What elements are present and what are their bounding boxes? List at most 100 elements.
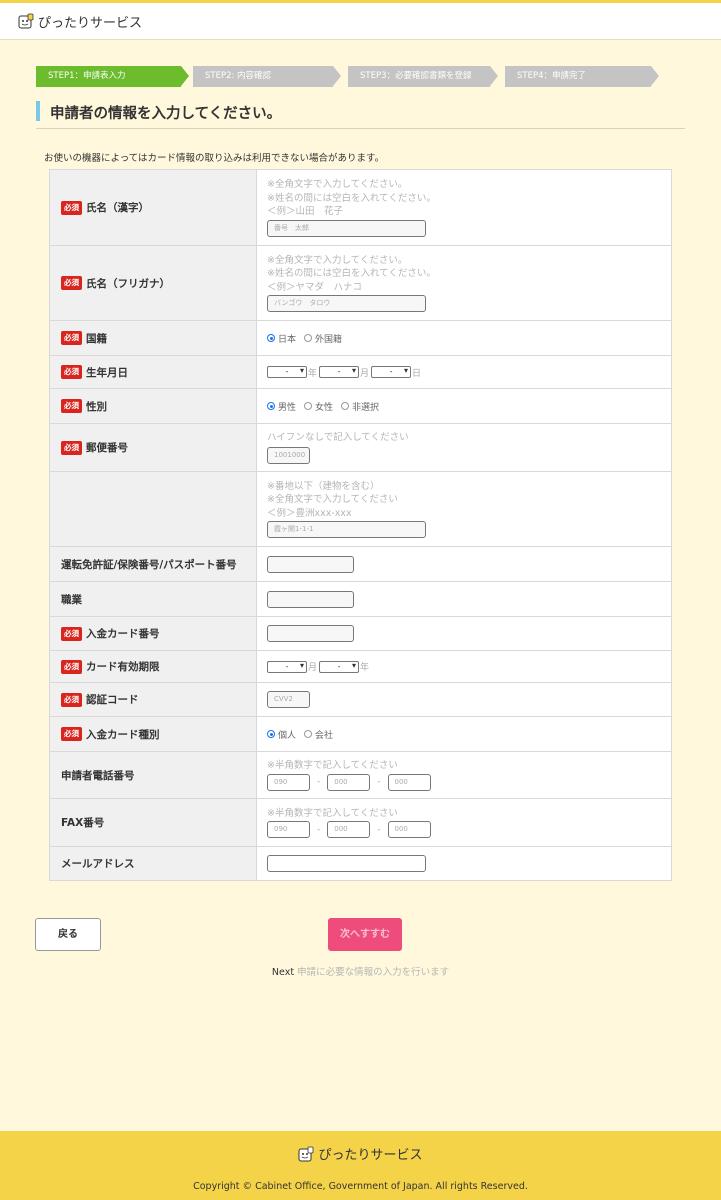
row-occupation: 職業: [50, 581, 671, 616]
separator: -: [377, 824, 381, 835]
fax-input-1[interactable]: 090: [267, 821, 310, 839]
row-postal: 必須 郵便番号 ハイフンなしで記入してください 1001000: [50, 423, 671, 471]
radio-japan[interactable]: 日本: [267, 332, 296, 345]
value-card-type: 個人 会社: [257, 717, 671, 751]
fax-input-3[interactable]: 000: [387, 821, 431, 839]
label-text: メールアドレス: [61, 858, 135, 870]
card-number-input[interactable]: [267, 625, 354, 642]
step-4-label: STEP4：申請完了: [517, 71, 586, 81]
radio-company[interactable]: 会社: [304, 728, 333, 741]
unit-month: 月: [360, 368, 370, 379]
expiry-month-select[interactable]: - ▾: [267, 660, 307, 673]
label-name-kanji: 必須 氏名（漢字）: [50, 170, 257, 245]
next-note: Next 申請に必要な情報の入力を行います: [0, 964, 721, 978]
step-3: STEP3：必要確認書類を登録: [348, 66, 498, 87]
label-birthdate: 必須 生年月日: [50, 356, 257, 388]
hint-text: ※全角文字で入力してください。: [267, 254, 408, 266]
radio-female[interactable]: 女性: [304, 400, 333, 413]
next-note-desc: 申請に必要な情報の入力を行います: [297, 967, 450, 978]
label-text: 職業: [61, 593, 82, 606]
occupation-input[interactable]: [267, 590, 354, 608]
expiry-year-select[interactable]: - ▾: [319, 660, 360, 673]
step-1: STEP1：申請表入力: [36, 66, 189, 87]
value-postal: ハイフンなしで記入してください 1001000: [257, 424, 671, 471]
step-progress: STEP1：申請表入力 STEP2: 内容確認 STEP3：必要確認書類を登録 …: [36, 66, 660, 87]
birth-year-select[interactable]: - ▾: [267, 366, 307, 378]
label-text: 入金カード種別: [86, 728, 160, 741]
row-card-type: 必須 入金カード種別 個人 会社: [50, 716, 671, 751]
step-3-label: STEP3：必要確認書類を登録: [360, 71, 472, 81]
hint-text: ＜例＞豊洲xxx-xxx: [267, 507, 352, 519]
footer-brand[interactable]: ぴったりサービス: [318, 1144, 422, 1163]
unit-year: 年: [360, 663, 370, 673]
auth-code-input[interactable]: CVV2: [267, 691, 310, 708]
chevron-down-icon: ▾: [299, 660, 304, 670]
address-input[interactable]: 霞ヶ関1-1-1: [267, 521, 426, 539]
label-text: カード有効期限: [86, 661, 160, 673]
label-text: FAX番号: [61, 817, 105, 829]
birth-month-select[interactable]: - ▾: [319, 366, 360, 378]
label-auth-code: 必須 認証コード: [50, 683, 257, 716]
hint-text: ※姓名の間には空白を入れてください。: [267, 192, 436, 204]
label-occupation: 職業: [50, 582, 257, 616]
birth-day-select[interactable]: - ▾: [371, 366, 412, 378]
phone-input-3[interactable]: 000: [387, 773, 431, 791]
radio-label: 非選択: [352, 402, 380, 413]
label-text: 郵便番号: [86, 442, 128, 454]
site-footer: ぴったりサービス Copyright © Cabinet Office, Gov…: [0, 1131, 721, 1200]
value-birthdate: - ▾ 年 - ▾ 月 - ▾ 日: [257, 356, 671, 388]
radio-label: 男性: [278, 402, 297, 413]
label-card-type: 必須 入金カード種別: [50, 717, 257, 751]
label-address: [50, 472, 257, 546]
radio-checked-icon: [267, 730, 275, 738]
radio-individual[interactable]: 個人: [267, 728, 296, 741]
mascot-logo-icon: [18, 13, 34, 29]
chevron-down-icon: ▾: [352, 660, 357, 670]
phone-input-2[interactable]: 000: [327, 773, 371, 791]
row-name-kanji: 必須 氏名（漢字） ※全角文字で入力してください。 ※姓名の間には空白を入れてく…: [50, 170, 671, 245]
label-gender: 必須 性別: [50, 389, 257, 423]
phone-input-1[interactable]: 090: [267, 773, 310, 791]
mascot-logo-icon: [298, 1146, 314, 1161]
row-fax: FAX番号 ※半角数字で記入してください 090 - 000 - 000: [50, 798, 671, 846]
license-input[interactable]: [267, 555, 354, 573]
select-value: -: [285, 367, 289, 376]
label-text: 氏名（漢字）: [86, 202, 149, 214]
row-nationality: 必須 国籍 日本 外国籍: [50, 320, 671, 355]
name-kana-input[interactable]: バンゴウ タロウ: [267, 295, 426, 313]
radio-unchecked-icon: [341, 402, 350, 410]
label-email: メールアドレス: [50, 847, 257, 880]
fax-input-2[interactable]: 000: [327, 821, 371, 839]
radio-unselected[interactable]: 非選択: [341, 400, 379, 413]
postal-input[interactable]: 1001000: [267, 446, 310, 464]
select-value: -: [285, 661, 289, 671]
header-brand[interactable]: ぴったりサービス: [38, 12, 142, 31]
next-note-key: Next: [271, 967, 295, 978]
radio-foreign[interactable]: 外国籍: [304, 332, 342, 345]
chevron-down-icon: ▾: [352, 366, 357, 375]
hint-text: ※姓名の間には空白を入れてください。: [267, 268, 436, 280]
row-address: ※番地以下（建物を含む） ※全角文字で入力してください ＜例＞豊洲xxx-xxx…: [50, 471, 671, 546]
row-license: 運転免許証/保険番号/パスポート番号: [50, 546, 671, 581]
email-input[interactable]: [267, 855, 426, 872]
radio-male[interactable]: 男性: [267, 400, 296, 413]
back-button[interactable]: 戻る: [35, 918, 101, 951]
select-value: -: [337, 367, 341, 376]
row-auth-code: 必須 認証コード CVV2: [50, 682, 671, 716]
applicant-form: 必須 氏名（漢字） ※全角文字で入力してください。 ※姓名の間には空白を入れてく…: [49, 169, 672, 881]
row-card-expiry: 必須 カード有効期限 - ▾ 月 - ▾ 年: [50, 650, 671, 682]
required-badge: 必須: [61, 365, 82, 379]
radio-unchecked-icon: [304, 402, 313, 410]
step-2-label: STEP2: 内容確認: [205, 71, 272, 81]
radio-label: 外国籍: [315, 334, 343, 345]
name-kanji-input[interactable]: 番号 太郎: [267, 219, 426, 237]
copyright: Copyright © Cabinet Office, Government o…: [193, 1181, 528, 1192]
chevron-down-icon: ▾: [299, 366, 304, 375]
card-notice: お使いの機器によってはカード情報の取り込みは利用できない場合があります。: [44, 153, 385, 164]
radio-label: 日本: [278, 334, 297, 345]
next-button[interactable]: 次へすすむ: [328, 918, 402, 951]
hint-text: ※全角文字で入力してください: [267, 494, 398, 506]
value-card-expiry: - ▾ 月 - ▾ 年: [257, 651, 671, 682]
select-value: -: [389, 367, 393, 376]
value-nationality: 日本 外国籍: [257, 321, 671, 355]
